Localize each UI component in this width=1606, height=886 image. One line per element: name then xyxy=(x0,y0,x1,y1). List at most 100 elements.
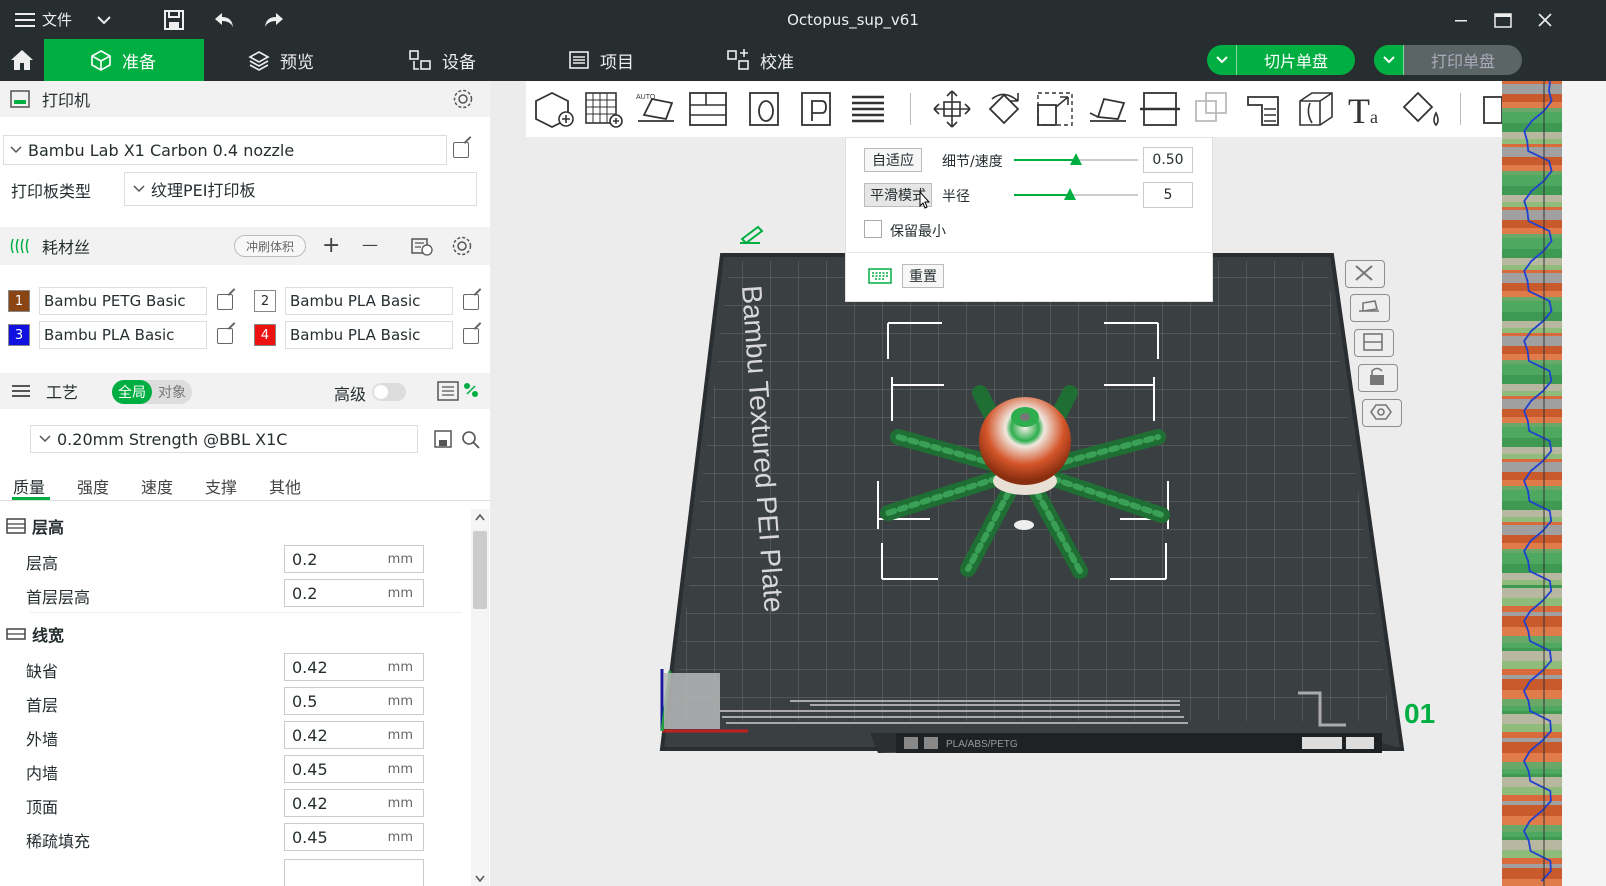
chevron-down-icon[interactable] xyxy=(90,0,118,39)
subtab-support[interactable]: 支撑 xyxy=(205,474,237,498)
global-object-toggle[interactable]: 全局 对象 xyxy=(112,380,192,404)
subtab-others[interactable]: 其他 xyxy=(269,474,301,498)
plate-settings-button[interactable] xyxy=(1362,399,1402,427)
edit-filament-icon[interactable] xyxy=(217,328,233,344)
radius-slider[interactable] xyxy=(1014,188,1138,200)
radius-value[interactable]: 5 xyxy=(1143,182,1193,208)
toggle-global[interactable]: 全局 xyxy=(112,380,152,404)
filament-slot-4[interactable]: 4 xyxy=(254,324,276,346)
gear-icon[interactable] xyxy=(451,235,473,257)
default-line-width-input[interactable]: 0.42 mm xyxy=(284,653,424,681)
support-paint-icon[interactable] xyxy=(1242,89,1286,129)
edit-printer-icon[interactable] xyxy=(453,142,469,158)
next-param-input[interactable] xyxy=(284,859,424,886)
detail-speed-value[interactable]: 0.50 xyxy=(1143,147,1193,173)
edit-filament-icon[interactable] xyxy=(463,328,479,344)
keep-min-checkbox[interactable] xyxy=(864,220,882,238)
printer-model-select[interactable]: Bambu Lab X1 Carbon 0.4 nozzle xyxy=(3,135,447,165)
seam-paint-icon[interactable] xyxy=(1294,89,1338,129)
edit-plate-icon[interactable] xyxy=(740,225,764,245)
tab-preview[interactable]: 预览 xyxy=(248,39,368,81)
layer-height-profile[interactable] xyxy=(1502,81,1606,886)
sparse-infill-line-width-input[interactable]: 0.45 mm xyxy=(284,823,424,851)
arrange-plate-button[interactable] xyxy=(1354,329,1394,357)
subtab-quality[interactable]: 质量 xyxy=(13,474,45,498)
filament-name-2[interactable]: Bambu PLA Basic xyxy=(285,287,453,315)
tab-prepare[interactable]: 准备 xyxy=(44,39,204,81)
save-icon[interactable] xyxy=(158,0,190,39)
text-icon[interactable]: Ta xyxy=(1346,89,1390,129)
filament-name-3[interactable]: Bambu PLA Basic xyxy=(39,321,207,349)
search-icon[interactable] xyxy=(461,430,481,450)
tab-project[interactable]: 项目 xyxy=(568,39,688,81)
subtab-strength[interactable]: 强度 xyxy=(77,474,109,498)
process-preset-select[interactable]: 0.20mm Strength @BBL X1C xyxy=(30,425,418,453)
variable-layer-icon[interactable] xyxy=(846,89,890,129)
add-filament-button[interactable]: + xyxy=(322,233,340,258)
filament-name-1[interactable]: Bambu PETG Basic xyxy=(39,287,207,315)
adaptive-button[interactable]: 自适应 xyxy=(864,148,922,172)
list-view-icon[interactable] xyxy=(437,381,459,401)
move-icon[interactable] xyxy=(930,89,974,129)
print-plate-button[interactable]: 打印单盘 xyxy=(1374,45,1522,75)
outer-wall-line-width-input[interactable]: 0.42 mm xyxy=(284,721,424,749)
toggle-object[interactable]: 对象 xyxy=(152,380,192,404)
edit-filament-icon[interactable] xyxy=(217,294,233,310)
minimize-icon[interactable] xyxy=(1446,0,1476,39)
home-icon[interactable] xyxy=(0,39,44,81)
plate-type-select[interactable]: 纹理PEI打印板 xyxy=(124,172,477,206)
chevron-up-icon[interactable] xyxy=(475,513,485,521)
subtab-speed[interactable]: 速度 xyxy=(141,474,173,498)
undo-icon[interactable] xyxy=(208,0,240,39)
scrollbar-thumb[interactable] xyxy=(473,531,487,609)
split-objects-icon[interactable] xyxy=(744,89,788,129)
keyboard-icon[interactable] xyxy=(868,268,892,284)
file-menu[interactable]: 文件 xyxy=(8,0,78,39)
advanced-toggle[interactable] xyxy=(372,383,406,401)
filament-slot-2[interactable]: 2 xyxy=(254,290,276,312)
first-layer-line-width-input[interactable]: 0.5 mm xyxy=(284,687,424,715)
close-icon[interactable] xyxy=(1530,0,1560,39)
rotate-icon[interactable] xyxy=(982,89,1026,129)
lay-on-face-icon[interactable] xyxy=(1086,89,1130,129)
arrange-icon[interactable] xyxy=(686,89,730,129)
ams-sync-icon[interactable] xyxy=(411,236,433,256)
reset-button[interactable]: 重置 xyxy=(902,264,944,288)
top-surface-line-width-input[interactable]: 0.42 mm xyxy=(284,789,424,817)
initial-layer-height-input[interactable]: 0.2 mm xyxy=(284,579,424,607)
compare-icon[interactable] xyxy=(463,382,479,398)
lock-plate-button[interactable] xyxy=(1358,364,1398,392)
remove-filament-button[interactable]: — xyxy=(362,235,378,254)
color-paint-icon[interactable] xyxy=(1398,89,1442,129)
remove-plate-button[interactable] xyxy=(1345,260,1385,288)
slice-plate-button[interactable]: 切片单盘 xyxy=(1207,45,1355,75)
boolean-icon[interactable] xyxy=(1190,89,1234,129)
filament-slot-1[interactable]: 1 xyxy=(8,290,30,312)
inner-wall-line-width-input[interactable]: 0.45 mm xyxy=(284,755,424,783)
save-preset-icon[interactable] xyxy=(434,430,452,448)
redo-icon[interactable] xyxy=(258,0,290,39)
layer-height-input[interactable]: 0.2 mm xyxy=(284,545,424,573)
settings-scrollbar[interactable] xyxy=(471,509,489,886)
slider-thumb[interactable] xyxy=(1063,188,1076,200)
auto-orient-icon[interactable]: AUTO xyxy=(634,89,678,129)
edit-filament-icon[interactable] xyxy=(463,294,479,310)
maximize-icon[interactable] xyxy=(1488,0,1518,39)
filament-name-4[interactable]: Bambu PLA Basic xyxy=(285,321,453,349)
cut-icon[interactable] xyxy=(1138,89,1182,129)
scale-icon[interactable] xyxy=(1034,89,1078,129)
add-plate-icon[interactable] xyxy=(582,89,626,129)
add-object-icon[interactable] xyxy=(532,89,576,129)
flush-volume-button[interactable]: 冲刷体积 xyxy=(234,235,306,257)
tab-device[interactable]: 设备 xyxy=(408,39,528,81)
chevron-down-icon[interactable] xyxy=(475,875,485,883)
orient-plate-button[interactable] xyxy=(1350,294,1390,322)
chevron-down-icon[interactable] xyxy=(1374,45,1404,75)
chevron-down-icon[interactable] xyxy=(1207,45,1237,75)
split-parts-icon[interactable] xyxy=(796,89,840,129)
assembly-view-icon[interactable] xyxy=(1476,89,1502,129)
slider-thumb[interactable] xyxy=(1070,153,1082,165)
filament-slot-3[interactable]: 3 xyxy=(8,324,30,346)
tab-calibrate[interactable]: 校准 xyxy=(726,39,846,81)
gear-icon[interactable] xyxy=(452,88,474,110)
